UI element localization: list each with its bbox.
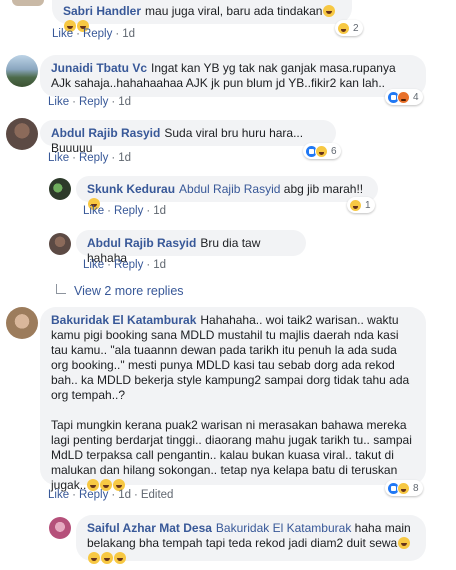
comment-actions: Like · Reply · 1d — [52, 28, 135, 40]
comment-bubble: Junaidi Tbatu Vc Ingat kan YB yg tak nak … — [40, 55, 426, 97]
haha-reaction-icon — [397, 481, 410, 495]
like-button[interactable]: Like — [83, 205, 104, 217]
reaction-count: 8 — [413, 482, 419, 494]
comment-author[interactable]: Junaidi Tbatu Vc — [51, 61, 147, 75]
haha-emoji-icon — [101, 552, 113, 564]
comment-author[interactable]: Bakuridak El Katamburak — [51, 313, 196, 327]
haha-emoji-icon — [114, 552, 126, 564]
reaction-summary[interactable]: 8 — [385, 480, 423, 496]
comment-bubble: Abdul Rajib Rasyid Suda viral bru huru ha… — [40, 120, 336, 155]
reaction-count: 2 — [353, 22, 359, 34]
avatar[interactable] — [6, 55, 38, 87]
reply-button[interactable]: Reply — [83, 28, 112, 40]
comment-text: mau juga viral, baru ada tindakan — [145, 4, 323, 18]
avatar[interactable] — [49, 233, 71, 255]
comment-bubble: Sabri Handler mau juga viral, baru ada ti… — [52, 0, 352, 32]
like-button[interactable]: Like — [48, 96, 69, 108]
comment-author[interactable]: Abdul Rajib Rasyid — [51, 126, 160, 140]
timestamp[interactable]: 1d — [118, 489, 131, 501]
avatar[interactable] — [6, 118, 38, 150]
like-button[interactable]: Like — [52, 28, 73, 40]
like-button[interactable]: Like — [48, 152, 69, 164]
timestamp[interactable]: 1d — [153, 205, 166, 217]
timestamp[interactable]: 1d — [153, 259, 166, 271]
reply-bubble: Abdul Rajib Rasyid Bru dia taw hahaha — [76, 230, 306, 265]
comment-text: abg jib marah!! — [283, 182, 364, 196]
reply-bubble: Saiful Azhar Mat Desa Bakuridak El Katamb… — [76, 515, 426, 564]
reply-button[interactable]: Reply — [114, 205, 143, 217]
comment-actions: Like · Reply · 1d · Edited — [48, 489, 174, 501]
like-button[interactable]: Like — [48, 489, 69, 501]
avatar[interactable] — [49, 517, 71, 539]
reaction-count: 1 — [365, 199, 371, 211]
reaction-summary[interactable]: 6 — [303, 143, 341, 159]
comment-author[interactable]: Abdul Rajib Rasyid — [87, 236, 196, 250]
like-button[interactable]: Like — [83, 259, 104, 271]
timestamp[interactable]: 1d — [118, 96, 131, 108]
reply-arrow-icon — [56, 284, 66, 294]
reply-button[interactable]: Reply — [79, 489, 108, 501]
haha-reaction-icon — [315, 144, 328, 158]
reply-button[interactable]: Reply — [79, 96, 108, 108]
comment-bubble: Bakuridak El Katamburak Hahahaha.. woi ta… — [40, 307, 426, 492]
reaction-count: 4 — [413, 91, 419, 103]
haha-emoji-icon — [323, 5, 336, 17]
timestamp[interactable]: 1d — [118, 152, 131, 164]
comment-author[interactable]: Sabri Handler — [63, 4, 141, 18]
timestamp[interactable]: 1d — [122, 28, 135, 40]
avatar[interactable] — [6, 307, 38, 339]
haha-reaction-icon — [337, 21, 350, 35]
avatar[interactable] — [49, 178, 71, 200]
reply-button[interactable]: Reply — [79, 152, 108, 164]
avatar[interactable] — [12, 0, 44, 6]
comment-actions: Like · Reply · 1d — [48, 152, 131, 164]
reaction-count: 6 — [331, 145, 337, 157]
reaction-summary[interactable]: 4 — [385, 89, 423, 105]
reaction-summary[interactable]: 2 — [335, 20, 363, 36]
haha-emoji-icon — [398, 537, 411, 549]
comment-actions: Like · Reply · 1d — [83, 205, 166, 217]
haha-emoji-icon — [88, 552, 100, 564]
comment-actions: Like · Reply · 1d — [83, 259, 166, 271]
comment-author[interactable]: Skunk Kedurau — [87, 182, 175, 196]
view-more-replies-link[interactable]: View 2 more replies — [56, 284, 184, 298]
mention-link[interactable]: Bakuridak El Katamburak — [216, 521, 351, 535]
reply-bubble: Skunk Kedurau Abdul Rajib Rasyid abg jib … — [76, 176, 378, 210]
reply-button[interactable]: Reply — [114, 259, 143, 271]
haha-reaction-icon — [349, 198, 362, 212]
comment-author[interactable]: Saiful Azhar Mat Desa — [87, 521, 212, 535]
edited-label[interactable]: Edited — [141, 489, 174, 501]
angry-reaction-icon — [397, 90, 410, 104]
comment-actions: Like · Reply · 1d — [48, 96, 131, 108]
reaction-summary[interactable]: 1 — [347, 197, 375, 213]
mention-link[interactable]: Abdul Rajib Rasyid — [179, 182, 280, 196]
